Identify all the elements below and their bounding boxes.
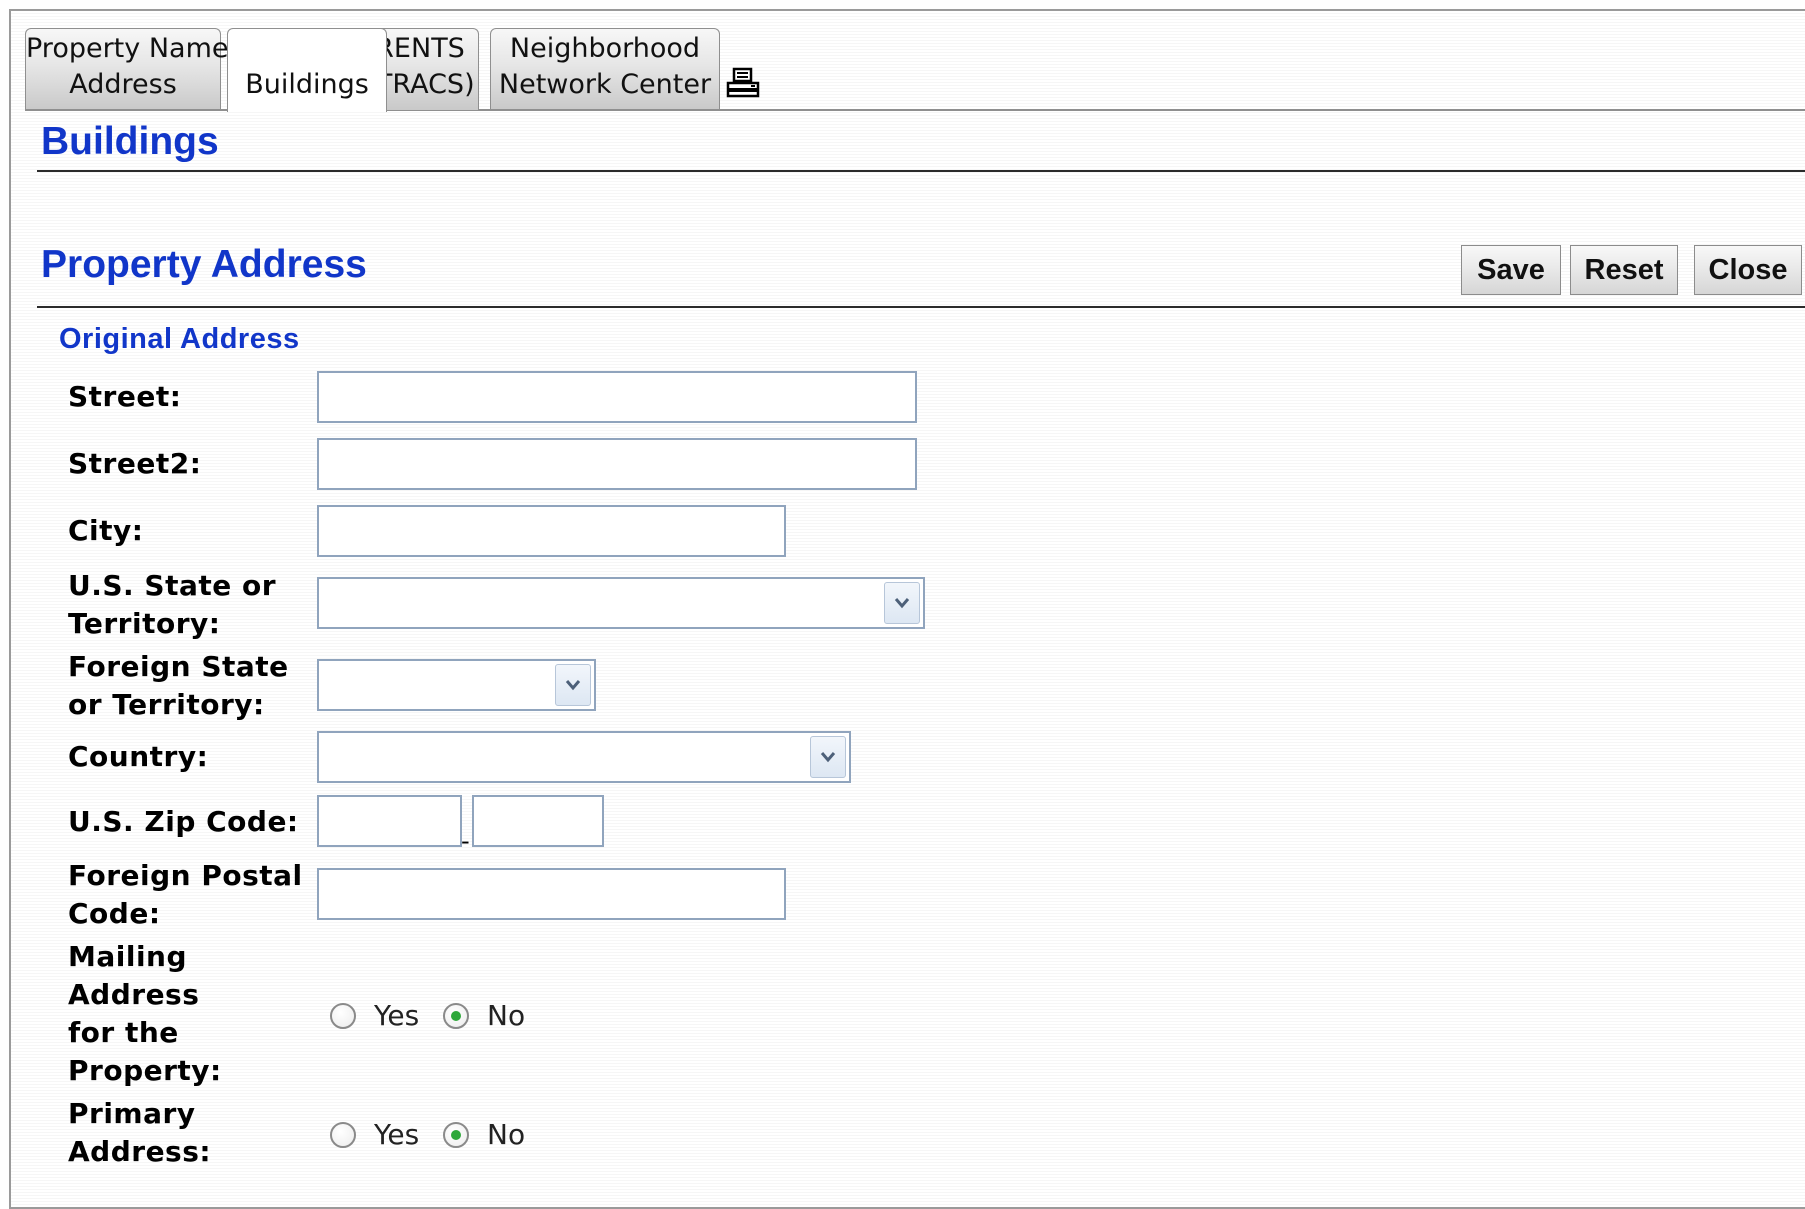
zip-input[interactable]	[317, 795, 462, 847]
mailing-no-radio[interactable]	[443, 1003, 469, 1029]
section-title: Property Address	[41, 243, 367, 286]
mailing-label-line2: Address	[68, 978, 200, 1011]
country-label: Country:	[68, 740, 209, 773]
reset-button[interactable]: Reset	[1570, 245, 1678, 295]
us-state-label-line2: Territory:	[68, 607, 221, 640]
zip-label: U.S. Zip Code:	[68, 805, 299, 838]
tab-label-line1: Neighborhood	[509, 33, 701, 64]
section-title-rule	[37, 306, 1805, 308]
chevron-down-icon[interactable]	[555, 664, 591, 706]
mailing-label-line4: Property:	[68, 1054, 222, 1087]
tab-neighborhood-network-center[interactable]: Neighborhood Network Center	[490, 28, 720, 110]
street2-input[interactable]	[317, 438, 917, 490]
us-state-label-line1: U.S. State or	[68, 569, 277, 602]
printer-icon[interactable]	[725, 66, 761, 102]
mailing-label-line3: for the	[68, 1016, 179, 1049]
primary-label-line1: Primary	[68, 1097, 196, 1130]
tab-label-line2: Network Center	[498, 69, 712, 100]
street2-label: Street2:	[68, 447, 202, 480]
page-title-rule	[37, 170, 1805, 172]
city-label: City:	[68, 514, 144, 547]
mailing-yes-radio[interactable]	[330, 1003, 356, 1029]
tab-label-line2: Address	[69, 69, 177, 100]
mailing-yes-label[interactable]: Yes	[374, 999, 419, 1033]
street-label: Street:	[68, 380, 182, 413]
tab-label-line2: Buildings	[245, 69, 369, 100]
primary-address-label: Primary Address:	[68, 1095, 211, 1171]
primary-yes-radio[interactable]	[330, 1122, 356, 1148]
primary-no-label[interactable]: No	[487, 1118, 525, 1152]
tab-label-line1	[228, 31, 386, 67]
us-state-select[interactable]	[317, 577, 925, 629]
zip-extension-input[interactable]	[472, 795, 604, 847]
foreign-postal-input[interactable]	[317, 868, 786, 920]
country-select[interactable]	[317, 731, 851, 783]
tab-property-name-address[interactable]: Property Name, Address	[25, 28, 238, 110]
save-button[interactable]: Save	[1461, 245, 1561, 295]
primary-yes-label[interactable]: Yes	[374, 1118, 419, 1152]
foreign-state-label: Foreign State or Territory:	[68, 648, 289, 724]
chevron-down-icon[interactable]	[810, 736, 846, 778]
zip-separator: -	[461, 827, 470, 855]
mailing-label-line1: Mailing	[68, 940, 188, 973]
foreign-postal-label-line2: Code:	[68, 897, 161, 930]
primary-label-line2: Address:	[68, 1135, 212, 1168]
mailing-address-label: Mailing Address for the Property:	[68, 938, 222, 1090]
page-title: Buildings	[41, 120, 219, 163]
close-button[interactable]: Close	[1694, 245, 1802, 295]
primary-no-radio[interactable]	[443, 1122, 469, 1148]
foreign-postal-label-line1: Foreign Postal	[68, 859, 303, 892]
foreign-state-select[interactable]	[317, 659, 596, 711]
city-input[interactable]	[317, 505, 786, 557]
foreign-postal-label: Foreign Postal Code:	[68, 857, 303, 933]
foreign-state-label-line2: or Territory:	[68, 688, 265, 721]
tab-label-line1: Property Name,	[26, 33, 238, 64]
tab-buildings[interactable]: Buildings	[227, 28, 387, 112]
street-input[interactable]	[317, 371, 917, 423]
chevron-down-icon[interactable]	[884, 582, 920, 624]
us-state-label: U.S. State or Territory:	[68, 567, 276, 643]
foreign-state-label-line1: Foreign State	[68, 650, 289, 683]
mailing-no-label[interactable]: No	[487, 999, 525, 1033]
original-address-title: Original Address	[59, 323, 300, 355]
